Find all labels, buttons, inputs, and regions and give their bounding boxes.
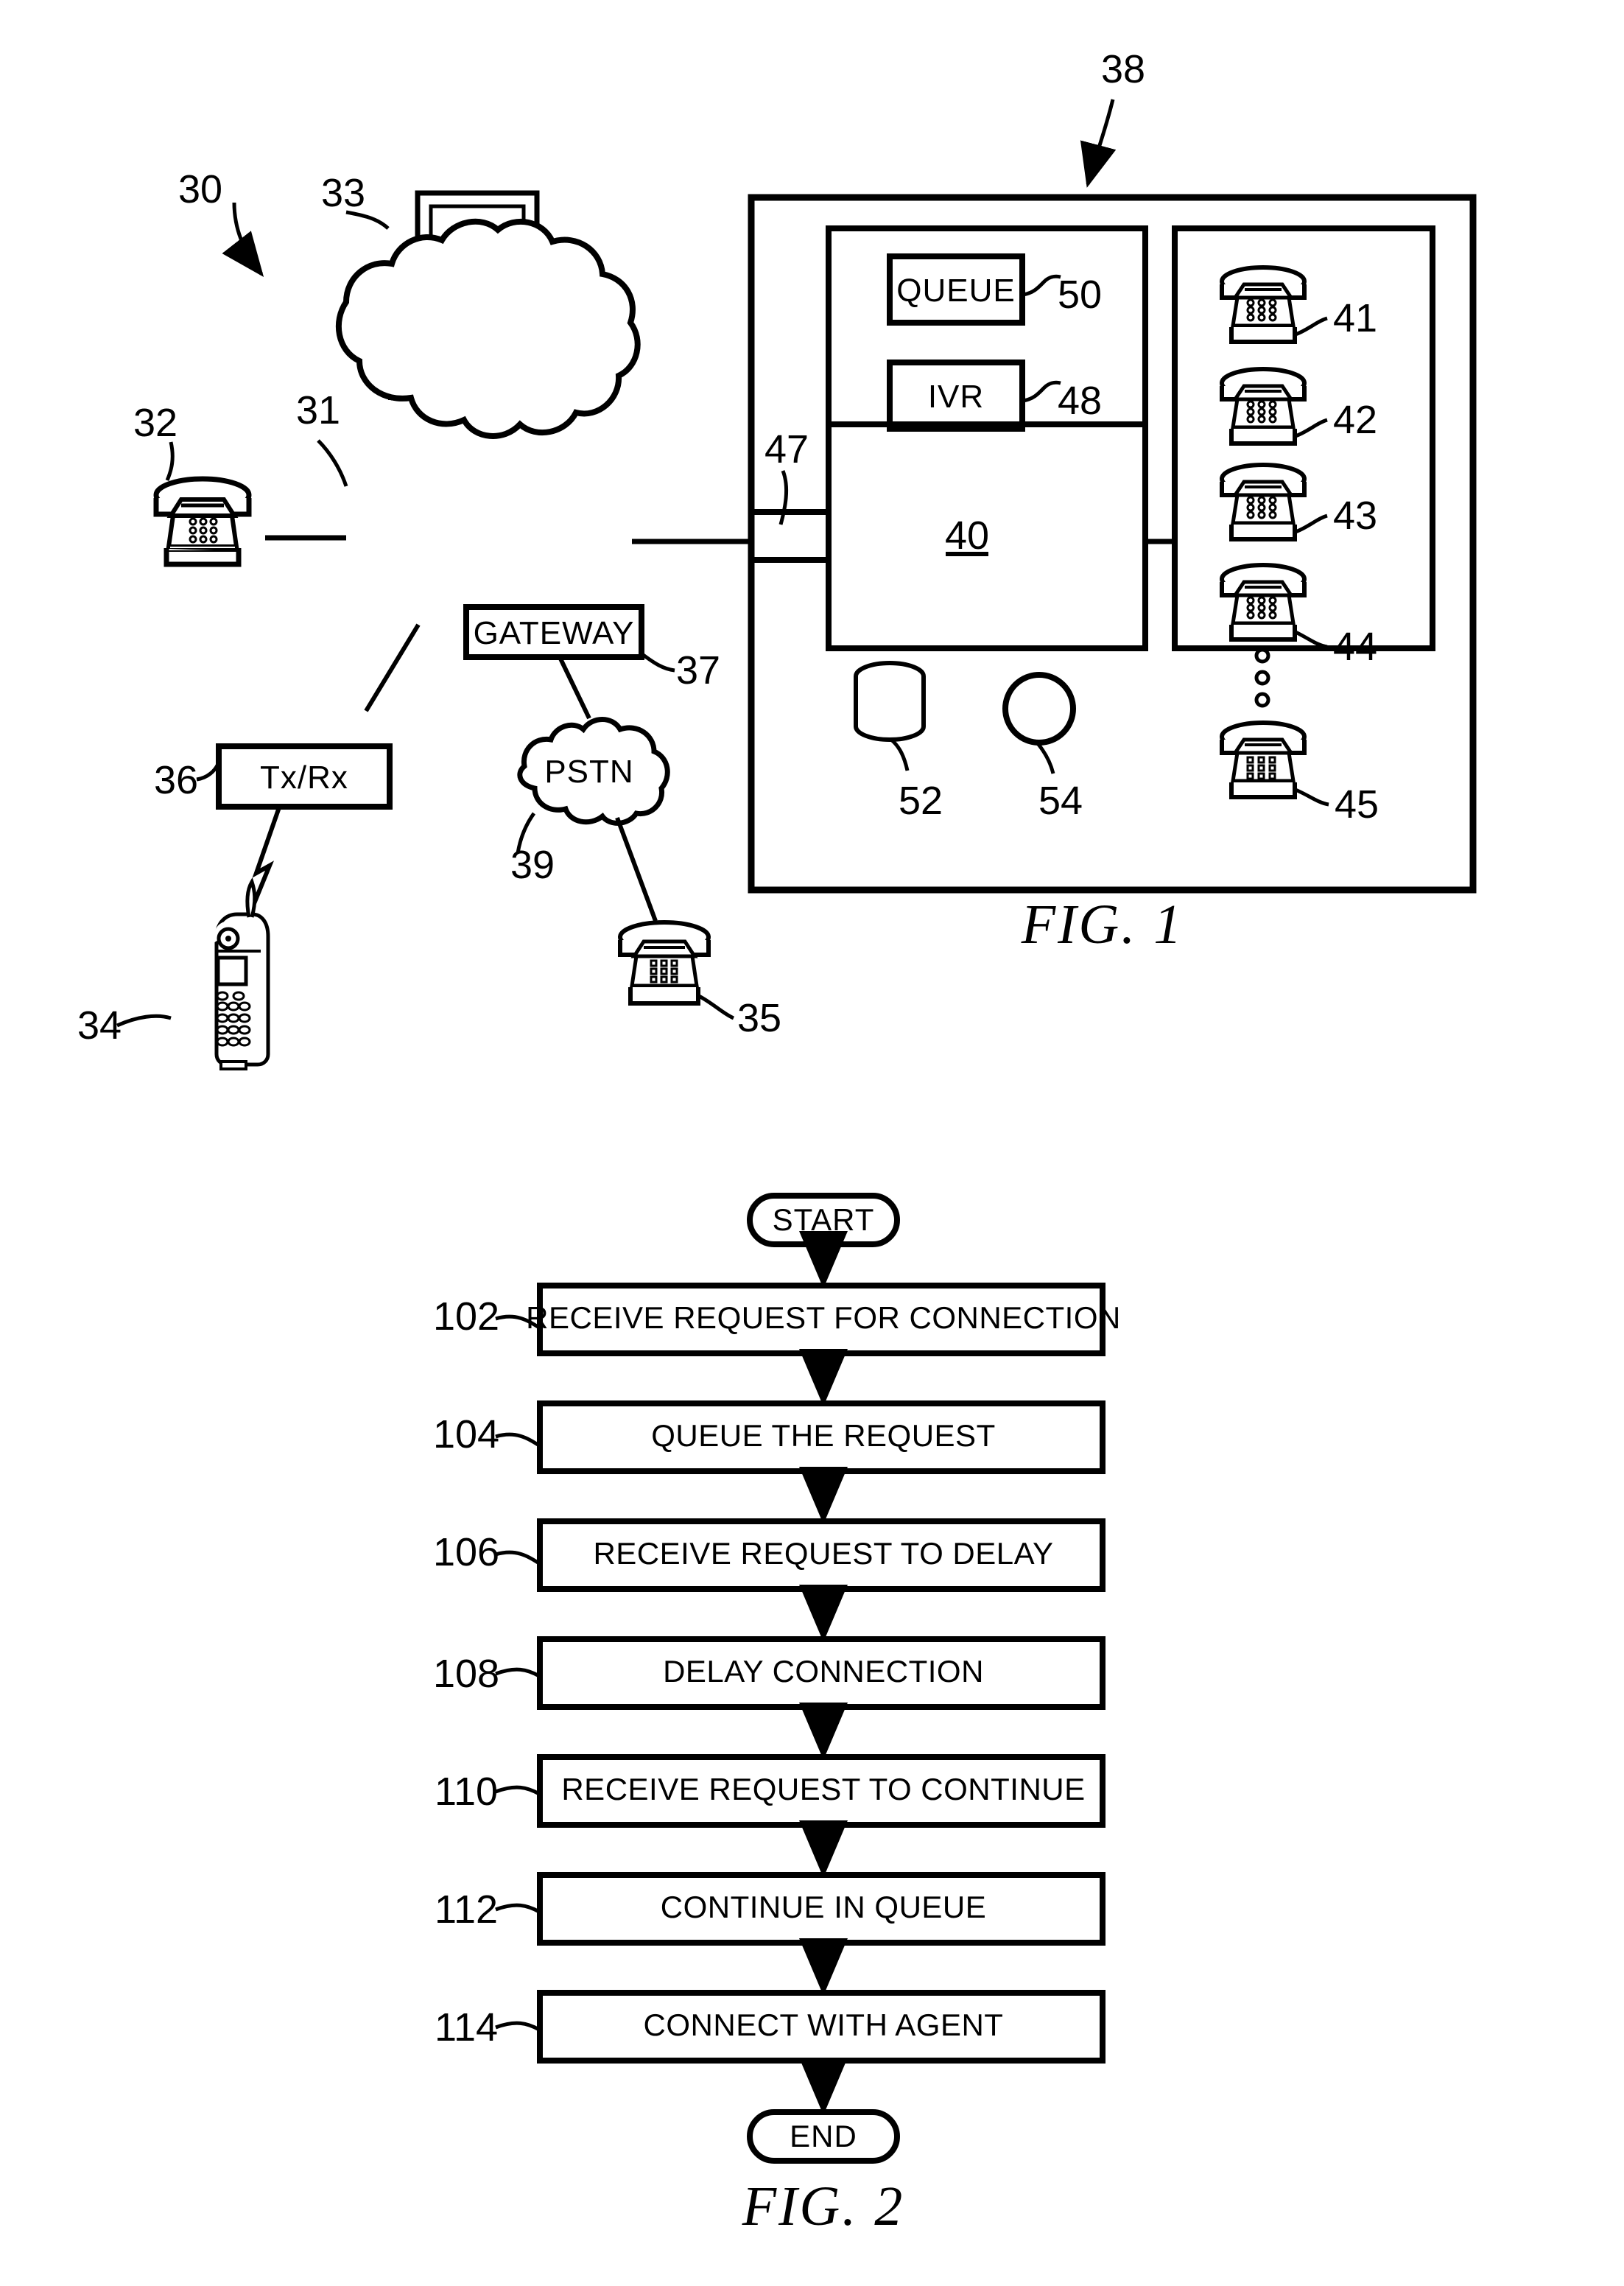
ref-110: 110 bbox=[435, 1770, 498, 1814]
ref-48: 48 bbox=[1058, 379, 1102, 423]
ref-52: 52 bbox=[899, 779, 943, 823]
trunk-interface-47 bbox=[751, 509, 829, 563]
network-cloud bbox=[335, 218, 641, 439]
flow-step-label-108: DELAY CONNECTION bbox=[663, 1654, 984, 1689]
ref-102: 102 bbox=[433, 1294, 499, 1339]
ref-40: 40 bbox=[945, 513, 989, 558]
pstn-label: PSTN bbox=[544, 754, 633, 790]
ref-114: 114 bbox=[435, 2005, 498, 2050]
flow-step-label-114: CONNECT WITH AGENT bbox=[644, 2008, 1004, 2042]
txrx-label: Tx/Rx bbox=[260, 760, 348, 796]
ellipsis-dots bbox=[1254, 648, 1270, 708]
ref-39: 39 bbox=[510, 843, 555, 887]
ref-33: 33 bbox=[321, 171, 365, 215]
link-gateway-pstn bbox=[558, 656, 591, 720]
ref-44: 44 bbox=[1333, 625, 1377, 669]
ref-34: 34 bbox=[77, 1003, 122, 1048]
ivr-label: IVR bbox=[928, 379, 984, 415]
ref-45: 45 bbox=[1335, 782, 1379, 827]
fig2-caption: FIG. 2 bbox=[742, 2175, 905, 2237]
ref-54: 54 bbox=[1038, 779, 1083, 823]
fig1-caption: FIG. 1 bbox=[1021, 894, 1184, 956]
link-txrx-cloud bbox=[364, 623, 421, 712]
agent-phone-43 bbox=[1220, 463, 1307, 541]
flow-step-label-112: CONTINUE IN QUEUE bbox=[661, 1890, 987, 1924]
ref-42: 42 bbox=[1333, 398, 1377, 442]
flow-end-label: END bbox=[790, 2119, 857, 2153]
agent-phone-42 bbox=[1220, 367, 1307, 446]
ref-50: 50 bbox=[1058, 273, 1102, 317]
agent-phone-41 bbox=[1220, 265, 1307, 344]
flow-step-label-104: QUEUE THE REQUEST bbox=[651, 1418, 995, 1453]
gateway-label: GATEWAY bbox=[474, 615, 635, 651]
ref-35: 35 bbox=[737, 996, 781, 1040]
ref-32: 32 bbox=[133, 401, 177, 445]
flow-step-label-106: RECEIVE REQUEST TO DELAY bbox=[593, 1536, 1053, 1571]
queue-label: QUEUE bbox=[896, 273, 1015, 309]
telephone-icon-35 bbox=[618, 920, 711, 1006]
flow-step-label-110: RECEIVE REQUEST TO CONTINUE bbox=[561, 1772, 1085, 1806]
ref-38: 38 bbox=[1101, 47, 1145, 91]
ref-104: 104 bbox=[433, 1412, 499, 1456]
agent-phone-44 bbox=[1220, 563, 1307, 642]
patent-drawing-sheet: 30 31 32 33 34 35 36 37 38 39 40 41 42 4… bbox=[0, 0, 1624, 2286]
processor-icon bbox=[1002, 672, 1076, 746]
link-pstn-phone35 bbox=[615, 816, 658, 922]
ref-47: 47 bbox=[764, 427, 809, 471]
ref-41: 41 bbox=[1333, 296, 1377, 340]
ref-43: 43 bbox=[1333, 494, 1377, 538]
ref-108: 108 bbox=[433, 1652, 499, 1696]
fig1-drawing: 30 31 32 33 34 35 36 37 38 39 40 41 42 4… bbox=[77, 47, 1477, 2237]
agent-phone-45 bbox=[1220, 720, 1307, 799]
ref-37: 37 bbox=[676, 648, 720, 693]
flow-start-label: START bbox=[773, 1202, 875, 1237]
ref-106: 106 bbox=[433, 1530, 499, 1574]
flow-step-label-102: RECEIVE REQUEST FOR CONNECTION bbox=[526, 1300, 1121, 1335]
ref-31: 31 bbox=[296, 388, 340, 432]
ref-30: 30 bbox=[178, 167, 222, 211]
database-icon bbox=[854, 661, 926, 743]
telephone-icon-32 bbox=[153, 476, 252, 552]
mobile-phone-icon bbox=[214, 877, 270, 1070]
ref-36: 36 bbox=[154, 758, 198, 802]
ref-112: 112 bbox=[435, 1887, 498, 1932]
